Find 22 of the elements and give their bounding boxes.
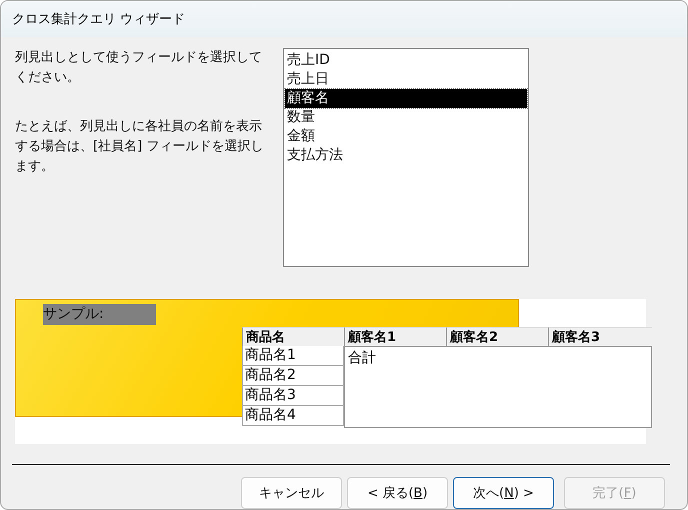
field-list-item[interactable]: 金額	[285, 127, 527, 146]
dialog-button[interactable]: キャンセル	[241, 477, 342, 509]
row-header: 商品名2	[242, 366, 344, 386]
row-header: 商品名3	[242, 386, 344, 406]
field-list-item[interactable]: 数量	[285, 108, 527, 128]
column-header: 顧客名3	[548, 327, 652, 346]
column-header: 顧客名1	[344, 327, 446, 346]
row-header: 商品名1	[242, 346, 344, 366]
window-title: クロス集計クエリ ウィザード	[12, 11, 186, 28]
field-list-item[interactable]: 売上ID	[285, 51, 527, 70]
dialog-button[interactable]: 次へ(N) >	[453, 477, 554, 509]
row-header: 商品名4	[242, 406, 344, 426]
dialog-button[interactable]: < 戻る(B)	[347, 477, 448, 509]
column-header: 顧客名2	[446, 327, 548, 346]
field-list-item[interactable]: 支払方法	[285, 146, 527, 166]
instruction-text: 列見出しとして使うフィールドを選択してください。	[15, 49, 263, 88]
field-list-item[interactable]: 顧客名	[285, 89, 527, 108]
instruction-text: たとえば、列見出しに各社員の名前を表示する場合は、[社員名] フィールドを選択します。	[15, 118, 264, 176]
column-header: 商品名	[242, 327, 344, 346]
sample-label: サンプル:	[43, 304, 156, 326]
field-list-item[interactable]: 売上日	[285, 70, 527, 90]
value-text: 合計	[348, 350, 376, 366]
